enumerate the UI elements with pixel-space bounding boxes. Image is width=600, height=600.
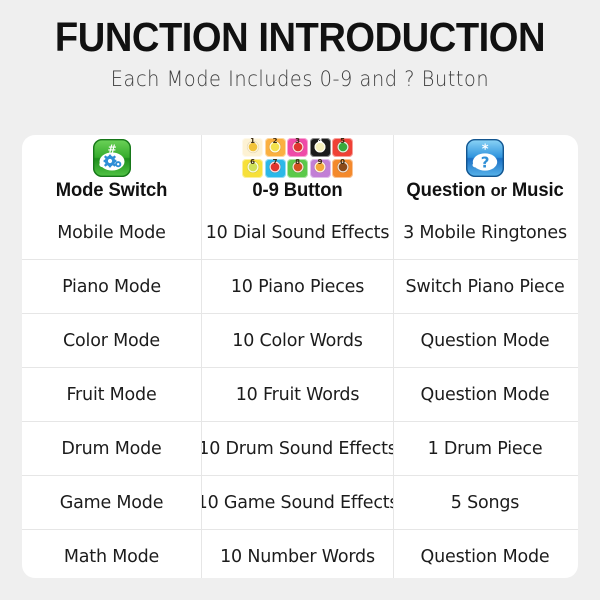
keypad-key-number: 9 [317,158,323,166]
table-cell-mode: Math Mode [63,546,160,567]
table-header-row: # Mode Switch 1 2 3 4 5 6 7 8 9 0 0-9 Button ? * … [22,135,578,206]
column-header-label-question-music: Question or Music [406,180,563,201]
table-cell-buttons: 10 Piano Pieces [201,260,394,313]
label-music: Music [511,180,564,201]
number-keypad-icon-slot: 1 2 3 4 5 6 7 8 9 0 [242,137,353,179]
table-cell-question: Question Mode [420,384,550,405]
page-subtitle: Each Mode Includes 0-9 and ? Button [110,67,490,91]
keypad-key-0: 0 [332,158,353,178]
table-cell-buttons: 10 Dial Sound Effects [201,206,394,259]
keypad-key-number: 6 [250,158,255,166]
label-question: Question [406,180,486,201]
question-music-app-icon: ? * [466,139,504,177]
table-cell-question: 1 Drum Piece [427,438,543,459]
keypad-key-number: 3 [295,138,300,146]
keypad-key-1: 1 [242,138,263,158]
feature-table: # Mode Switch 1 2 3 4 5 6 7 8 9 0 0-9 Button ? * … [22,135,578,578]
function-introduction-page: FUNCTION INTRODUCTION Each Mode Includes… [0,0,600,600]
table-cell-mode: Mobile Mode [57,222,166,243]
table-row: Drum Mode 10 Drum Sound Effects 1 Drum Pie… [22,421,578,475]
table-cell-mode: Game Mode [59,492,164,513]
column-header-0-9-button: 1 2 3 4 5 6 7 8 9 0 0-9 Button [201,135,394,206]
table-cell-mode: Fruit Mode [66,384,157,405]
table-cell-buttons: 10 Game Sound Effects [201,476,394,529]
table-cell-mode: Drum Mode [61,438,162,459]
keypad-key-6: 6 [242,158,263,178]
table-cell-mode: Piano Mode [62,276,161,297]
keypad-key-number: 8 [295,158,300,166]
keypad-key-number: 2 [272,138,278,146]
table-row: Mobile Mode 10 Dial Sound Effects 3 Mobile… [22,206,578,259]
column-header-mode-switch: # Mode Switch [22,135,201,206]
table-cell-mode: Color Mode [63,330,160,351]
keypad-key-3: 3 [287,138,308,158]
keypad-key-number: 4 [317,138,323,146]
keypad-key-number: 5 [340,138,345,146]
column-header-question-music: ? * Question or Music [394,135,576,206]
table-row: Game Mode 10 Game Sound Effects 5 Songs [22,475,578,529]
keypad-key-9: 9 [309,158,331,178]
svg-text:#: # [107,143,116,156]
column-header-label-mode-switch: Mode Switch [55,180,168,201]
keypad-key-7: 7 [264,158,286,178]
table-cell-question: 3 Mobile Ringtones [403,222,567,243]
table-row: Math Mode 10 Number Words Question Mode [22,529,578,578]
table-cell-question: Question Mode [420,330,550,351]
table-row: Piano Mode 10 Piano Pieces Switch Piano Pi… [22,259,578,313]
page-header: FUNCTION INTRODUCTION Each Mode Includes… [0,0,600,92]
table-cell-question: 5 Songs [450,492,520,513]
keypad-key-number: 7 [272,158,278,166]
table-row: Color Mode 10 Color Words Question Mode [22,313,578,367]
table-cell-buttons: 10 Color Words [201,314,394,367]
table-cell-buttons: 10 Drum Sound Effects [201,422,394,475]
keypad-key-5: 5 [332,138,353,158]
mode-switch-app-icon: # [92,139,131,177]
table-row: Fruit Mode 10 Fruit Words Question Mode [22,367,578,421]
table-cell-buttons: 10 Number Words [201,530,394,578]
page-title: FUNCTION INTRODUCTION [54,14,546,60]
table-cell-buttons: 10 Fruit Words [201,368,394,421]
keypad-key-4: 4 [309,138,331,158]
mode-switch-icon-slot: # [92,137,131,179]
label-or: or [490,181,507,200]
table-body: Mobile Mode 10 Dial Sound Effects 3 Mobile… [22,206,578,578]
table-cell-question: Switch Piano Piece [405,276,565,297]
keypad-key-8: 8 [287,158,308,178]
number-keypad-icon: 1 2 3 4 5 6 7 8 9 0 [242,138,353,178]
question-music-icon-slot: ? * [466,137,504,179]
keypad-key-number: 1 [250,138,255,146]
svg-text:*: * [482,143,489,158]
keypad-key-number: 0 [340,158,345,166]
table-cell-question: Question Mode [420,546,550,567]
keypad-key-2: 2 [264,138,286,158]
column-header-label-0-9-button: 0-9 Button [252,180,343,201]
